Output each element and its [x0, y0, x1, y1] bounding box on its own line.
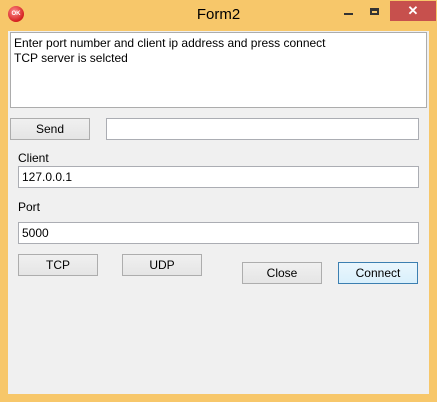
close-window-button[interactable]: ✕: [390, 1, 436, 21]
log-line: Enter port number and client ip address …: [14, 36, 326, 50]
minimize-button[interactable]: [335, 1, 361, 21]
port-input[interactable]: 5000: [18, 222, 419, 244]
tcp-button[interactable]: TCP: [18, 254, 98, 276]
connect-button[interactable]: Connect: [338, 262, 418, 284]
close-icon: ✕: [407, 3, 419, 18]
send-button[interactable]: Send: [10, 118, 90, 140]
message-input[interactable]: [106, 118, 419, 140]
udp-button[interactable]: UDP: [122, 254, 202, 276]
port-label: Port: [18, 200, 41, 214]
form-body: Enter port number and client ip address …: [8, 31, 429, 394]
maximize-icon: [369, 7, 379, 15]
log-line: TCP server is selcted: [14, 51, 128, 65]
close-button[interactable]: Close: [242, 262, 322, 284]
form2-window: OK Form2 ✕ Enter port number and client …: [0, 0, 437, 402]
client-label: Client: [18, 151, 49, 165]
log-textbox[interactable]: Enter port number and client ip address …: [10, 32, 427, 108]
title-bar[interactable]: OK Form2 ✕: [0, 0, 437, 31]
minimize-icon: [343, 13, 353, 15]
maximize-button[interactable]: [361, 1, 387, 21]
client-ip-input[interactable]: 127.0.0.1: [18, 166, 419, 188]
